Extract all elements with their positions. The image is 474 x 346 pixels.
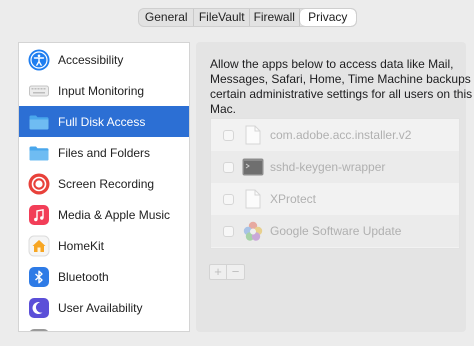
description-line: Messages, Safari, Home, Time Machine bac… [210, 72, 474, 86]
description-line: certain administrative settings for all … [210, 87, 473, 101]
app-name: com.adobe.acc.installer.v2 [270, 128, 412, 142]
app-row: Google Software Update [211, 215, 459, 247]
moon-icon [28, 297, 50, 319]
sidebar-item-label: Full Disk Access [58, 114, 146, 129]
tab-firewall[interactable]: Firewall [250, 9, 300, 26]
tab-general[interactable]: General [139, 9, 195, 26]
remove-app-button[interactable]: − [227, 265, 244, 279]
sidebar-item-label: Media & Apple Music [58, 207, 171, 222]
folder-icon [28, 111, 50, 133]
screen-recording-icon [28, 173, 50, 195]
sidebar-item-label: User Availability [58, 300, 143, 315]
folder-icon [28, 142, 50, 164]
sidebar-item-label: Files and Folders [58, 145, 151, 160]
app-name: sshd-keygen-wrapper [270, 160, 386, 174]
sidebar-item-label: Input Monitoring [58, 83, 145, 98]
sidebar-item-partial[interactable] [19, 323, 189, 331]
document-icon [242, 188, 264, 210]
generic-icon [28, 328, 50, 331]
sidebar-item-label: Bluetooth [58, 269, 109, 284]
sidebar-item-accessibility[interactable]: Accessibility [19, 44, 189, 75]
app-list: com.adobe.acc.installer.v2 sshd-keygen-w… [210, 118, 460, 249]
app-checkbox[interactable] [223, 225, 234, 237]
tab-filevault[interactable]: FileVault [194, 9, 250, 26]
add-app-button[interactable]: + [210, 265, 227, 279]
app-row: sshd-keygen-wrapper [211, 151, 459, 183]
app-checkbox[interactable] [223, 193, 234, 205]
app-checkbox[interactable] [223, 129, 234, 141]
document-icon [242, 124, 264, 146]
add-remove-control: + − [209, 264, 245, 280]
tab-bar: General FileVault Firewall Privacy [138, 8, 357, 27]
sidebar-item-input-monitoring[interactable]: Input Monitoring [19, 75, 189, 106]
bluetooth-icon [28, 266, 50, 288]
description-line: Allow the apps below to access data like… [210, 57, 454, 71]
description-line: Mac. [210, 102, 237, 116]
sidebar-item-full-disk-access[interactable]: Full Disk Access [19, 106, 189, 137]
sidebar-item-bluetooth[interactable]: Bluetooth [19, 261, 189, 292]
sidebar-item-screen-recording[interactable]: Screen Recording [19, 168, 189, 199]
sidebar-item-label: Accessibility [58, 52, 124, 67]
app-checkbox[interactable] [223, 161, 234, 173]
music-icon [28, 204, 50, 226]
google-update-icon [242, 220, 264, 242]
app-row: XProtect [211, 183, 459, 215]
sidebar-item-files-and-folders[interactable]: Files and Folders [19, 137, 189, 168]
privacy-category-sidebar: Accessibility Input Monitoring Full Disk… [18, 42, 190, 332]
description-text: Allow the apps below to access data like… [210, 57, 474, 117]
sidebar-item-user-availability[interactable]: User Availability [19, 292, 189, 323]
tab-privacy[interactable]: Privacy [299, 9, 356, 26]
sidebar-item-homekit[interactable]: HomeKit [19, 230, 189, 261]
keyboard-icon [28, 80, 50, 102]
sidebar-item-label: Screen Recording [58, 176, 155, 191]
app-row: com.adobe.acc.installer.v2 [211, 119, 459, 151]
sidebar-item-media-apple-music[interactable]: Media & Apple Music [19, 199, 189, 230]
app-name: XProtect [270, 192, 317, 206]
app-name: Google Software Update [270, 224, 402, 238]
terminal-icon [242, 156, 264, 178]
home-icon [28, 235, 50, 257]
sidebar-item-label: HomeKit [58, 238, 105, 253]
accessibility-icon [28, 49, 50, 71]
